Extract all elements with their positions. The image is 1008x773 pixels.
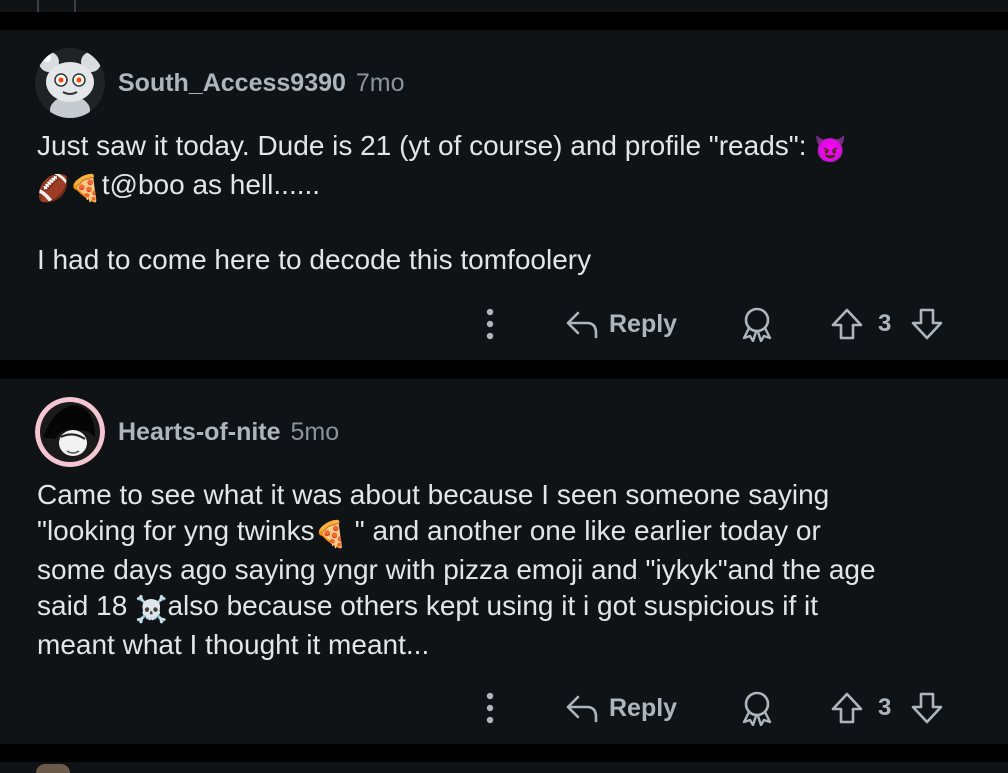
award-button[interactable] (740, 304, 774, 344)
comment-body: Just saw it today. Dude is 21 (yt of cou… (37, 128, 977, 278)
next-comment-card (0, 762, 1008, 773)
avatar-image (35, 397, 105, 467)
avatar[interactable] (35, 48, 105, 118)
comment-line: meant what I thought it meant... (37, 629, 430, 660)
more-options-button[interactable] (480, 304, 500, 344)
avatar[interactable] (36, 764, 70, 773)
comment-line: some days ago saying yngr with pizza emo… (37, 554, 876, 585)
skull-crossbones-emoji: ☠️ (135, 594, 168, 624)
award-icon (742, 691, 772, 726)
downvote-button[interactable] (910, 688, 944, 728)
avatar-image (35, 48, 105, 118)
comment-header: Hearts-of-nite 5mo (118, 417, 339, 447)
reply-button[interactable]: Reply (565, 688, 677, 728)
comment-card: South_Access9390 7mo Just saw it today. … (0, 30, 1008, 360)
comment-line: said 18 ☠️also because others kept using… (37, 590, 819, 624)
thread-line (37, 0, 39, 12)
more-options-icon (486, 692, 494, 724)
reply-button[interactable]: Reply (565, 304, 677, 344)
reply-label: Reply (609, 693, 678, 722)
username[interactable]: Hearts-of-nite (118, 418, 281, 447)
comment-header: South_Access9390 7mo (118, 68, 405, 98)
smiling-devil-emoji: 😈 (814, 134, 847, 164)
upvote-arrow-icon (831, 308, 863, 340)
upvote-button[interactable] (830, 304, 864, 344)
comment-actions: Reply 3 (470, 304, 960, 344)
comment-line: I had to come here to decode this tomfoo… (37, 244, 592, 275)
downvote-arrow-icon (911, 308, 943, 340)
award-button[interactable] (740, 688, 774, 728)
thread-line (74, 0, 76, 12)
comment-line: 🏈🍕t@boo as hell...... (37, 169, 321, 203)
upvote-button[interactable] (830, 688, 864, 728)
avatar[interactable] (35, 397, 105, 467)
downvote-button[interactable] (910, 304, 944, 344)
comment-age: 5mo (290, 417, 340, 446)
upvote-arrow-icon (831, 692, 863, 724)
previous-comment-card (0, 0, 1008, 12)
username[interactable]: South_Access9390 (118, 69, 346, 98)
reply-arrow-icon (566, 311, 598, 339)
comment-actions: Reply 3 (470, 688, 960, 728)
pizza-emoji: 🍕 (314, 519, 347, 549)
comment-line: Came to see what it was about because I … (37, 479, 830, 510)
vote-count: 3 (878, 310, 892, 337)
award-icon (742, 307, 772, 342)
comment-line: Just saw it today. Dude is 21 (yt of cou… (37, 130, 847, 164)
comment-card: Hearts-of-nite 5mo Came to see what it w… (0, 379, 1008, 744)
comment-body: Came to see what it was about because I … (37, 477, 977, 663)
vote-count: 3 (878, 694, 892, 721)
pizza-emoji: 🍕 (69, 173, 102, 203)
comment-age: 7mo (355, 68, 405, 97)
more-options-icon (486, 308, 494, 340)
comment-line: "looking for yng twinks🍕 " and another o… (37, 515, 821, 549)
football-emoji: 🏈 (37, 173, 70, 203)
reply-label: Reply (609, 309, 678, 338)
downvote-arrow-icon (911, 692, 943, 724)
reply-arrow-icon (566, 695, 598, 723)
more-options-button[interactable] (480, 688, 500, 728)
